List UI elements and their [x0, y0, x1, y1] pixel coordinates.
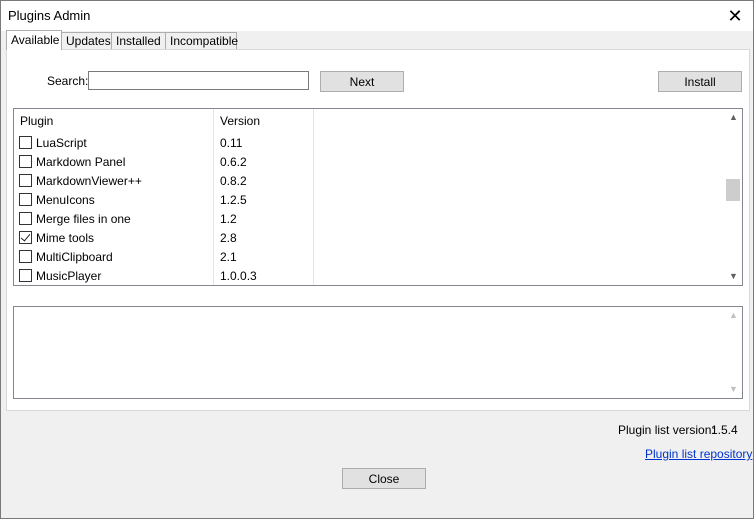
list-item[interactable]: MusicPlayer 1.0.0.3 [14, 266, 724, 285]
list-item[interactable]: MenuIcons 1.2.5 [14, 190, 724, 209]
chevron-up-icon[interactable]: ▲ [729, 310, 738, 320]
install-button[interactable]: Install [658, 71, 742, 92]
search-label: Search: [47, 74, 89, 88]
chevron-up-icon[interactable]: ▲ [729, 112, 738, 122]
column-header-plugin[interactable]: Plugin [20, 114, 53, 128]
plugin-list[interactable]: Plugin Version LuaScript 0.11 Markdown P… [13, 108, 743, 286]
list-item[interactable]: LuaScript 0.11 [14, 133, 724, 152]
scrollbar-thumb[interactable] [726, 179, 740, 201]
plugin-name: Mime tools [36, 231, 95, 245]
list-item[interactable]: MarkdownViewer++ 0.8.2 [14, 171, 724, 190]
plugin-name: MusicPlayer [36, 269, 102, 283]
list-item[interactable]: MultiClipboard 2.1 [14, 247, 724, 266]
close-icon[interactable]: ✕ [723, 4, 747, 28]
checkbox-icon[interactable] [19, 155, 32, 168]
tab-incompatible[interactable]: Incompatible [165, 32, 238, 49]
tab-installed[interactable]: Installed [111, 32, 166, 49]
checkbox-icon[interactable] [19, 231, 32, 244]
close-button[interactable]: Close [342, 468, 426, 489]
checkbox-icon[interactable] [19, 212, 32, 225]
plugin-name: MarkdownViewer++ [36, 174, 142, 188]
next-button[interactable]: Next [320, 71, 404, 92]
checkbox-icon[interactable] [19, 250, 32, 263]
plugin-name: MultiClipboard [36, 250, 113, 264]
tab-updates[interactable]: Updates [61, 32, 112, 49]
plugin-version: 0.6.2 [220, 155, 247, 169]
plugin-list-repository-link[interactable]: Plugin list repository [645, 447, 752, 461]
list-item[interactable]: Merge files in one 1.2 [14, 209, 724, 228]
search-input[interactable] [88, 71, 309, 90]
plugin-version: 1.0.0.3 [220, 269, 257, 283]
plugin-name: Merge files in one [36, 212, 131, 226]
checkbox-icon[interactable] [19, 136, 32, 149]
plugin-version: 2.1 [220, 250, 237, 264]
chevron-down-icon[interactable]: ▼ [729, 384, 738, 394]
plugin-version: 0.11 [220, 136, 243, 150]
plugin-list-version-label: Plugin list version: [618, 423, 715, 437]
list-item[interactable]: Markdown Panel 0.6.2 [14, 152, 724, 171]
plugin-list-version-value: 1.5.4 [711, 423, 738, 437]
chevron-down-icon[interactable]: ▼ [729, 271, 738, 281]
plugin-name: MenuIcons [36, 193, 95, 207]
checkbox-icon[interactable] [19, 174, 32, 187]
tab-available[interactable]: Available [6, 30, 62, 50]
plugin-version: 1.2.5 [220, 193, 247, 207]
plugin-name: Markdown Panel [36, 155, 126, 169]
plugin-name: LuaScript [36, 136, 87, 150]
checkbox-icon[interactable] [19, 193, 32, 206]
plugin-description-box[interactable]: ▲ ▼ [13, 306, 743, 399]
window-title: Plugins Admin [8, 8, 91, 23]
plugin-version: 0.8.2 [220, 174, 247, 188]
description-scrollbar[interactable]: ▲ ▼ [725, 307, 742, 398]
plugin-version: 1.2 [220, 212, 237, 226]
title-bar: Plugins Admin ✕ [1, 1, 753, 31]
plugin-version: 2.8 [220, 231, 237, 245]
checkbox-icon[interactable] [19, 269, 32, 282]
list-item[interactable]: Mime tools 2.8 [14, 228, 724, 247]
column-header-version[interactable]: Version [220, 114, 260, 128]
list-scrollbar[interactable]: ▲ ▼ [725, 109, 742, 285]
